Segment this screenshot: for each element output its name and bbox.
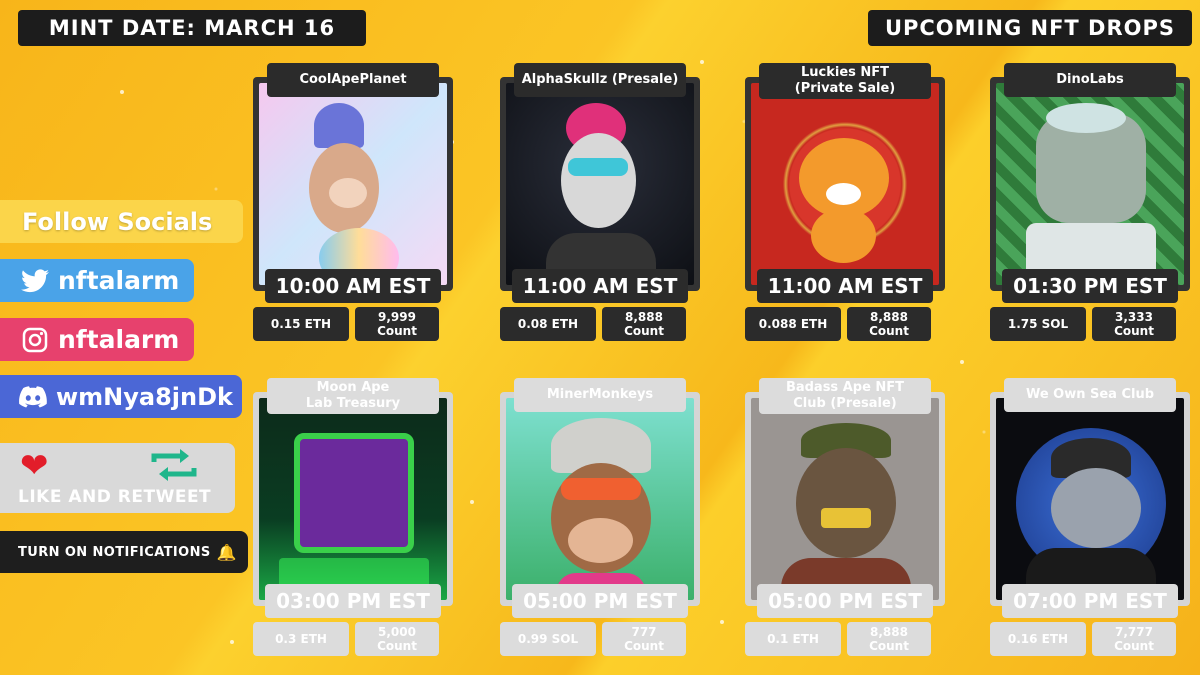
sparkle bbox=[960, 360, 964, 364]
drop-name: Moon Ape Lab Treasury bbox=[267, 378, 439, 414]
drop-time: 10:00 AM EST bbox=[265, 269, 441, 303]
drop-price: 0.15 ETH bbox=[253, 307, 349, 341]
drop-time: 03:00 PM EST bbox=[265, 584, 441, 618]
drop-time: 01:30 PM EST bbox=[1002, 269, 1178, 303]
we-own-sea-club-art bbox=[996, 398, 1184, 600]
drop-name: CoolApePlanet bbox=[267, 63, 439, 97]
drop-card[interactable]: Luckies NFT (Private Sale) 11:00 AM EST … bbox=[745, 63, 945, 353]
moon-ape-lab-art bbox=[259, 398, 447, 600]
drop-time: 05:00 PM EST bbox=[512, 584, 688, 618]
heart-icon: ❤ bbox=[20, 446, 49, 486]
drop-price: 0.99 SOL bbox=[500, 622, 596, 656]
drop-name: Luckies NFT (Private Sale) bbox=[759, 63, 931, 99]
drop-count: 777 Count bbox=[602, 622, 686, 656]
discord-icon bbox=[18, 382, 48, 412]
drop-count: 8,888 Count bbox=[847, 307, 931, 341]
drop-card[interactable]: MinerMonkeys 05:00 PM EST 0.99 SOL 777 C… bbox=[500, 378, 700, 668]
luckies-art bbox=[751, 83, 939, 285]
alphaskullz-art bbox=[506, 83, 694, 285]
like-retweet-panel: ❤ LIKE AND RETWEET bbox=[0, 443, 235, 513]
drop-card[interactable]: CoolApePlanet 10:00 AM EST 0.15 ETH 9,99… bbox=[253, 63, 453, 353]
mint-date-badge: MINT DATE: MARCH 16 bbox=[18, 10, 366, 46]
nft-art-frame bbox=[990, 77, 1190, 291]
nft-art-frame bbox=[745, 77, 945, 291]
sparkle bbox=[470, 500, 474, 504]
drop-name: MinerMonkeys bbox=[514, 378, 686, 412]
discord-code: wmNya8jnDk bbox=[56, 382, 233, 411]
retweet-icon bbox=[148, 448, 200, 488]
notifications-banner: TURN ON NOTIFICATIONS 🔔 bbox=[0, 531, 248, 573]
bell-icon: 🔔 bbox=[216, 542, 237, 562]
nft-art-frame bbox=[253, 77, 453, 291]
drop-time: 05:00 PM EST bbox=[757, 584, 933, 618]
sparkle bbox=[700, 60, 704, 64]
drop-price: 0.16 ETH bbox=[990, 622, 1086, 656]
sparkle bbox=[120, 90, 124, 94]
nft-art-frame bbox=[500, 392, 700, 606]
instagram-icon bbox=[20, 325, 50, 355]
drop-name: Badass Ape NFT Club (Presale) bbox=[759, 378, 931, 414]
nft-art-frame bbox=[500, 77, 700, 291]
drop-price: 0.1 ETH bbox=[745, 622, 841, 656]
drop-card[interactable]: Moon Ape Lab Treasury 03:00 PM EST 0.3 E… bbox=[253, 378, 453, 668]
drop-time: 07:00 PM EST bbox=[1002, 584, 1178, 618]
drop-card[interactable]: We Own Sea Club 07:00 PM EST 0.16 ETH 7,… bbox=[990, 378, 1190, 668]
coolapeplanet-art bbox=[259, 83, 447, 285]
drop-name: We Own Sea Club bbox=[1004, 378, 1176, 412]
drop-count: 8,888 Count bbox=[602, 307, 686, 341]
follow-socials-label: Follow Socials bbox=[0, 200, 243, 243]
drop-count: 7,777 Count bbox=[1092, 622, 1176, 656]
drop-price: 1.75 SOL bbox=[990, 307, 1086, 341]
drop-count: 8,888 Count bbox=[847, 622, 931, 656]
badass-ape-art bbox=[751, 398, 939, 600]
drop-card[interactable]: Badass Ape NFT Club (Presale) 05:00 PM E… bbox=[745, 378, 945, 668]
drop-count: 9,999 Count bbox=[355, 307, 439, 341]
nft-art-frame bbox=[745, 392, 945, 606]
page-title: UPCOMING NFT DROPS bbox=[868, 10, 1192, 46]
discord-link[interactable]: wmNya8jnDk bbox=[0, 375, 242, 418]
nft-art-frame bbox=[253, 392, 453, 606]
drop-time: 11:00 AM EST bbox=[757, 269, 933, 303]
drop-price: 0.3 ETH bbox=[253, 622, 349, 656]
nft-art-frame bbox=[990, 392, 1190, 606]
sparkle bbox=[230, 640, 234, 644]
drop-price: 0.088 ETH bbox=[745, 307, 841, 341]
dinolabs-art bbox=[996, 83, 1184, 285]
minermonkeys-art bbox=[506, 398, 694, 600]
instagram-handle: nftalarm bbox=[58, 325, 180, 354]
twitter-icon bbox=[20, 266, 50, 296]
notifications-label: TURN ON NOTIFICATIONS bbox=[18, 544, 211, 560]
drop-name: DinoLabs bbox=[1004, 63, 1176, 97]
like-retweet-label: LIKE AND RETWEET bbox=[18, 487, 212, 507]
drop-count: 5,000 Count bbox=[355, 622, 439, 656]
twitter-handle: nftalarm bbox=[58, 266, 180, 295]
twitter-link[interactable]: nftalarm bbox=[0, 259, 194, 302]
drop-time: 11:00 AM EST bbox=[512, 269, 688, 303]
drop-count: 3,333 Count bbox=[1092, 307, 1176, 341]
drop-name: AlphaSkullz (Presale) bbox=[514, 63, 686, 97]
drop-card[interactable]: AlphaSkullz (Presale) 11:00 AM EST 0.08 … bbox=[500, 63, 700, 353]
drop-price: 0.08 ETH bbox=[500, 307, 596, 341]
instagram-link[interactable]: nftalarm bbox=[0, 318, 194, 361]
drop-card[interactable]: DinoLabs 01:30 PM EST 1.75 SOL 3,333 Cou… bbox=[990, 63, 1190, 353]
sparkle bbox=[720, 620, 724, 624]
